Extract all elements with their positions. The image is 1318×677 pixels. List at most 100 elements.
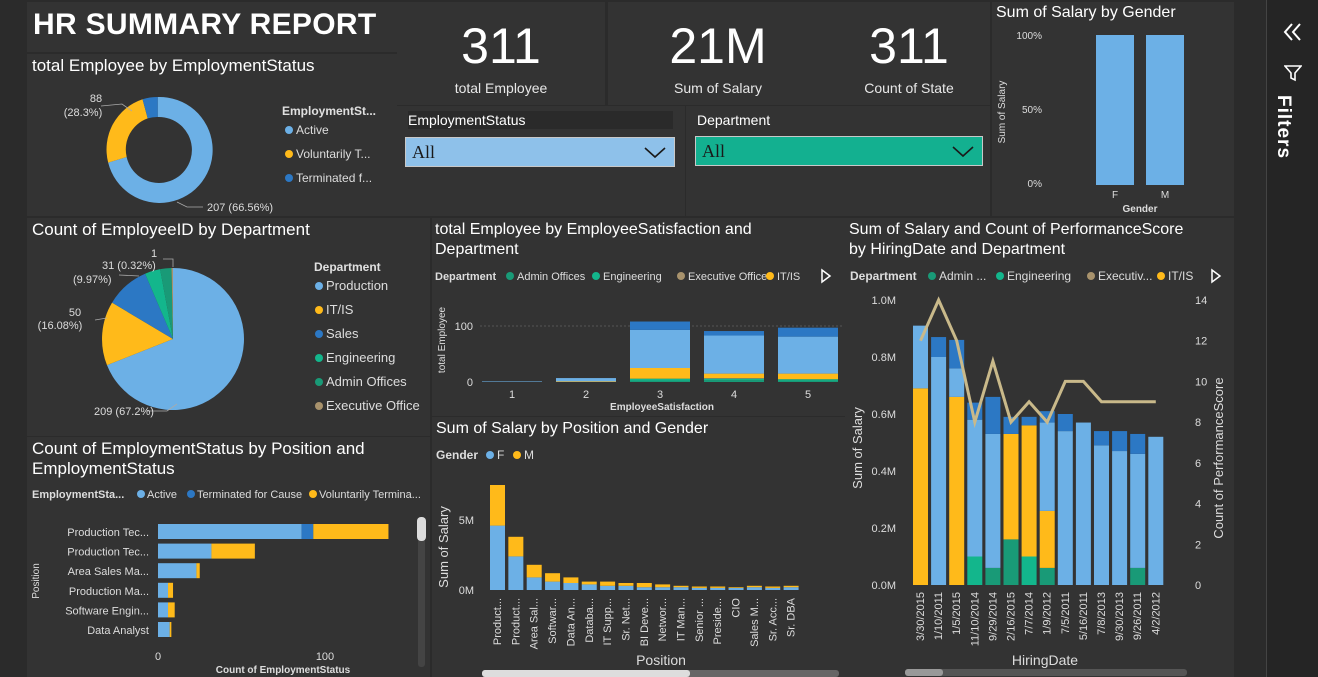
gender-chart-panel[interactable]: Sum of Salary by Gender Sum of Salary 10…: [992, 2, 1234, 216]
legend-item[interactable]: Admin Offices: [326, 374, 407, 389]
legend-item[interactable]: Executiv...: [1098, 269, 1152, 283]
bar-segment[interactable]: [778, 336, 838, 374]
bar-segment[interactable]: [778, 379, 838, 381]
bar-segment[interactable]: [765, 587, 781, 590]
scrollbar-thumb[interactable]: [417, 517, 426, 541]
bar-segment[interactable]: [1003, 539, 1019, 585]
bar-segment[interactable]: [778, 327, 838, 337]
bar-m[interactable]: [1146, 35, 1184, 185]
bar-segment[interactable]: [545, 573, 561, 582]
kpi-card-sum-salary[interactable]: 21M Sum of Salary: [608, 2, 828, 105]
bar-segment[interactable]: [158, 524, 302, 539]
bar-segment[interactable]: [1057, 414, 1073, 432]
bar-segment[interactable]: [630, 378, 690, 381]
bar-segment[interactable]: [1039, 567, 1055, 585]
collapse-pane-icon[interactable]: [1282, 22, 1304, 42]
legend-item[interactable]: Active: [147, 489, 177, 501]
position-status-panel[interactable]: Count of EmploymentStatus by Position an…: [27, 437, 430, 677]
bar-segment[interactable]: [1057, 431, 1073, 585]
bar-segment[interactable]: [1003, 433, 1019, 540]
bar-segment[interactable]: [168, 582, 174, 598]
legend-item[interactable]: Executive Office: [688, 271, 767, 283]
bar-segment[interactable]: [545, 581, 561, 590]
bar-segment[interactable]: [704, 380, 764, 382]
bar-segment[interactable]: [600, 581, 616, 586]
bar-segment[interactable]: [673, 587, 689, 590]
bar-segment[interactable]: [710, 586, 726, 588]
filters-label[interactable]: Filters: [1272, 95, 1294, 159]
bar-segment[interactable]: [967, 419, 983, 557]
bar-segment[interactable]: [313, 524, 389, 539]
bar-segment[interactable]: [508, 556, 524, 590]
legend-item[interactable]: Sales: [326, 326, 359, 341]
bar-segment[interactable]: [949, 396, 965, 585]
legend-item[interactable]: Engineering: [1007, 269, 1071, 283]
bar-segment[interactable]: [169, 622, 172, 637]
legend-item[interactable]: Active: [296, 123, 329, 137]
bar-segment[interactable]: [490, 485, 505, 526]
donut-chart-panel[interactable]: total Employee by EmploymentStatus 88 (2…: [27, 54, 397, 216]
bar-segment[interactable]: [196, 563, 200, 579]
bar-segment[interactable]: [728, 587, 744, 590]
bar-segment[interactable]: [1021, 416, 1037, 426]
slicer-dropdown[interactable]: All: [695, 136, 983, 166]
bar-segment[interactable]: [691, 586, 707, 588]
bar-segment[interactable]: [655, 587, 671, 590]
legend-item[interactable]: Voluntarily T...: [296, 147, 370, 161]
bar-segment[interactable]: [746, 585, 762, 588]
kpi-card-count-state[interactable]: 311 Count of State: [828, 2, 990, 105]
bar-segment[interactable]: [985, 433, 1001, 568]
bar-segment[interactable]: [704, 378, 764, 381]
legend-item[interactable]: Voluntarily Termina...: [319, 489, 421, 501]
bar-segment[interactable]: [630, 380, 690, 382]
legend-next-icon[interactable]: [821, 268, 832, 284]
bar-segment[interactable]: [913, 388, 928, 585]
bar-segment[interactable]: [704, 378, 764, 379]
bar-segment[interactable]: [913, 325, 928, 389]
slicer-dropdown[interactable]: All: [405, 137, 675, 167]
bar-segment[interactable]: [1094, 445, 1109, 585]
bar-segment[interactable]: [508, 536, 524, 557]
bar-segment[interactable]: [1075, 422, 1091, 585]
bar-segment[interactable]: [704, 373, 764, 379]
bar-segment[interactable]: [556, 381, 616, 382]
bar-segment[interactable]: [168, 602, 175, 618]
bar-segment[interactable]: [581, 584, 597, 590]
bar-segment[interactable]: [556, 378, 616, 382]
bar-segment[interactable]: [482, 381, 542, 382]
scrollbar-thumb[interactable]: [482, 670, 690, 677]
salary-position-panel[interactable]: Sum of Salary by Position and Gender Gen…: [432, 417, 845, 677]
bar-segment[interactable]: [1130, 453, 1146, 568]
bar-segment[interactable]: [704, 331, 764, 336]
bar-segment[interactable]: [728, 587, 744, 588]
legend-item[interactable]: IT/IS: [326, 302, 354, 317]
legend-item[interactable]: Engineering: [326, 350, 395, 365]
bar-segment[interactable]: [655, 584, 671, 588]
bar-segment[interactable]: [158, 622, 170, 637]
scrollbar-track[interactable]: [905, 669, 1187, 676]
bar-segment[interactable]: [636, 583, 652, 588]
filters-pane[interactable]: Filters: [1266, 0, 1318, 677]
kpi-card-total-employee[interactable]: 311 total Employee: [397, 2, 605, 105]
bar-segment[interactable]: [1112, 431, 1128, 452]
legend-item[interactable]: M: [524, 448, 534, 462]
bar-segment[interactable]: [1112, 451, 1128, 585]
bar-segment[interactable]: [673, 585, 689, 588]
bar-segment[interactable]: [931, 337, 947, 357]
bar-segment[interactable]: [618, 583, 634, 586]
bar-segment[interactable]: [636, 587, 652, 590]
satisfaction-chart-panel[interactable]: total Employee by EmployeeSatisfaction a…: [432, 218, 845, 416]
bar-segment[interactable]: [1130, 567, 1146, 585]
bar-segment[interactable]: [985, 396, 1001, 434]
performance-combo-panel[interactable]: Sum of Salary and Count of PerformanceSc…: [845, 218, 1234, 677]
bar-segment[interactable]: [1130, 433, 1146, 454]
legend-item[interactable]: Engineering: [603, 271, 662, 283]
dept-pie-panel[interactable]: Count of EmployeeID by Department 1 31 (…: [27, 218, 430, 436]
scrollbar-thumb[interactable]: [905, 669, 943, 676]
bar-segment[interactable]: [949, 368, 965, 397]
bar-segment[interactable]: [710, 587, 726, 590]
bar-segment[interactable]: [600, 585, 616, 590]
legend-item[interactable]: Admin Offices: [517, 271, 586, 283]
bar-segment[interactable]: [783, 585, 799, 588]
bar-segment[interactable]: [1148, 436, 1164, 585]
